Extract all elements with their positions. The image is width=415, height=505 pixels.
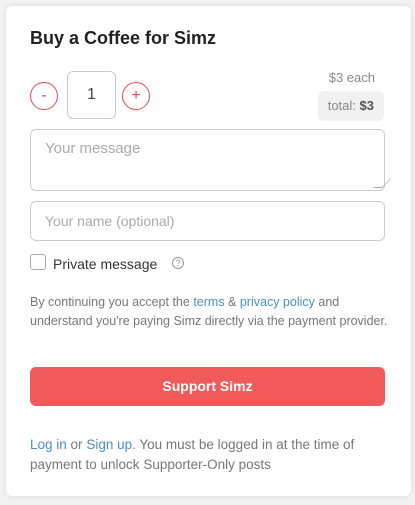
message-placeholder: Your message xyxy=(45,140,141,157)
privacy-policy-link[interactable]: privacy policy xyxy=(240,295,315,309)
terms-amp: & xyxy=(224,295,240,309)
login-or: or xyxy=(66,437,87,452)
decrease-quantity-button[interactable]: - xyxy=(30,82,58,110)
private-message-checkbox[interactable] xyxy=(30,254,46,270)
name-placeholder: Your name (optional) xyxy=(45,213,175,229)
support-card: Buy a Coffee for Simz - 1 + $3 each tota… xyxy=(6,6,411,496)
increase-quantity-button[interactable]: + xyxy=(122,82,150,110)
message-textarea[interactable]: Your message xyxy=(30,129,391,191)
terms-text: By continuing you accept the terms & pri… xyxy=(30,293,390,331)
total-badge: total: $3 xyxy=(317,91,384,121)
name-input[interactable]: Your name (optional) xyxy=(30,201,385,241)
total-value: $3 xyxy=(359,98,374,113)
total-label: total: xyxy=(327,98,356,113)
terms-link[interactable]: terms xyxy=(193,295,224,309)
price-each: $3 each xyxy=(328,70,375,85)
signup-link[interactable]: Sign up xyxy=(86,437,132,452)
resize-handle-icon[interactable] xyxy=(373,179,391,188)
help-icon[interactable]: ? xyxy=(172,257,184,269)
terms-prefix: By continuing you accept the xyxy=(30,295,194,309)
quantity-input[interactable]: 1 xyxy=(67,71,116,119)
private-message-label[interactable]: Private message xyxy=(53,256,157,272)
card-title: Buy a Coffee for Simz xyxy=(30,28,217,48)
login-link[interactable]: Log in xyxy=(30,437,67,452)
support-button[interactable]: Support Simz xyxy=(30,367,385,406)
login-note: Log in or Sign up. You must be logged in… xyxy=(30,435,390,475)
